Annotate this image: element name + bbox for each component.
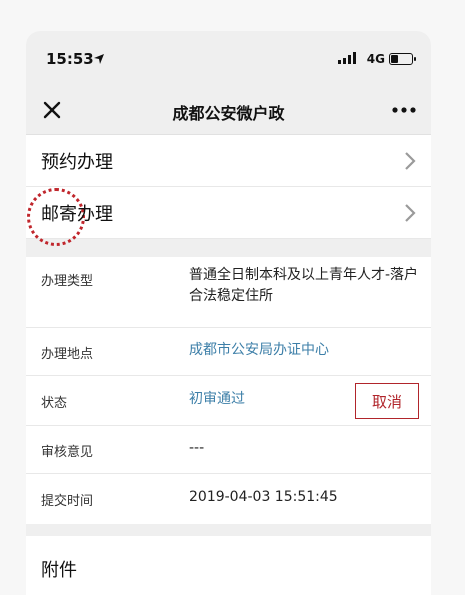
detail-value: 2019-04-03 15:51:45 — [189, 489, 338, 505]
detail-row-submit-time: 提交时间 2019-04-03 15:51:45 — [26, 474, 431, 524]
detail-value-link[interactable]: 成都市公安局办证中心 — [189, 340, 419, 361]
section-divider — [26, 239, 431, 257]
status-time: 15:53 — [46, 50, 94, 68]
detail-row-status: 状态 初审通过 取消 — [26, 376, 431, 426]
detail-row-location: 办理地点 成都市公安局办证中心 — [26, 328, 431, 376]
detail-label: 提交时间 — [41, 494, 94, 509]
page: 15:53 4G 成都公安微户政 预约办理 邮寄办理 办理类型 普通全日制本科及… — [0, 0, 465, 595]
status-bar: 15:53 4G — [26, 31, 431, 88]
detail-row-review: 审核意见 --- — [26, 426, 431, 474]
location-arrow-icon — [94, 54, 104, 64]
signal-strength-icon — [338, 52, 356, 64]
detail-label: 办理地点 — [41, 347, 94, 362]
detail-label: 状态 — [41, 396, 68, 411]
cancel-button[interactable]: 取消 — [355, 383, 419, 419]
chevron-right-icon — [405, 152, 416, 170]
detail-label: 审核意见 — [41, 445, 94, 460]
detail-value: --- — [189, 440, 205, 456]
nav-bar: 成都公安微户政 — [26, 88, 431, 135]
section-divider — [26, 524, 431, 536]
menu-item-label: 邮寄办理 — [41, 204, 113, 225]
network-type: 4G — [366, 52, 385, 66]
status-value: 初审通过 — [189, 391, 245, 407]
more-options-icon[interactable] — [391, 102, 417, 118]
battery-icon — [389, 53, 416, 65]
menu-item-label: 预约办理 — [41, 152, 113, 173]
menu-item-mail[interactable]: 邮寄办理 — [26, 187, 431, 246]
phone-screen: 15:53 4G 成都公安微户政 预约办理 邮寄办理 办理类型 普通全日制本科及… — [26, 31, 431, 595]
detail-row-type: 办理类型 普通全日制本科及以上青年人才-落户合法稳定住所 — [26, 257, 431, 328]
attachments-label: 附件 — [41, 560, 77, 581]
attachments-section[interactable]: 附件 — [26, 536, 431, 595]
detail-value: 普通全日制本科及以上青年人才-落户合法稳定住所 — [189, 267, 419, 304]
menu-item-appointment[interactable]: 预约办理 — [26, 135, 431, 187]
battery-level — [391, 55, 398, 63]
chevron-right-icon — [405, 204, 416, 222]
detail-label: 办理类型 — [41, 274, 94, 289]
application-details: 办理类型 普通全日制本科及以上青年人才-落户合法稳定住所 办理地点 成都市公安局… — [26, 257, 431, 524]
page-title: 成都公安微户政 — [172, 104, 285, 123]
